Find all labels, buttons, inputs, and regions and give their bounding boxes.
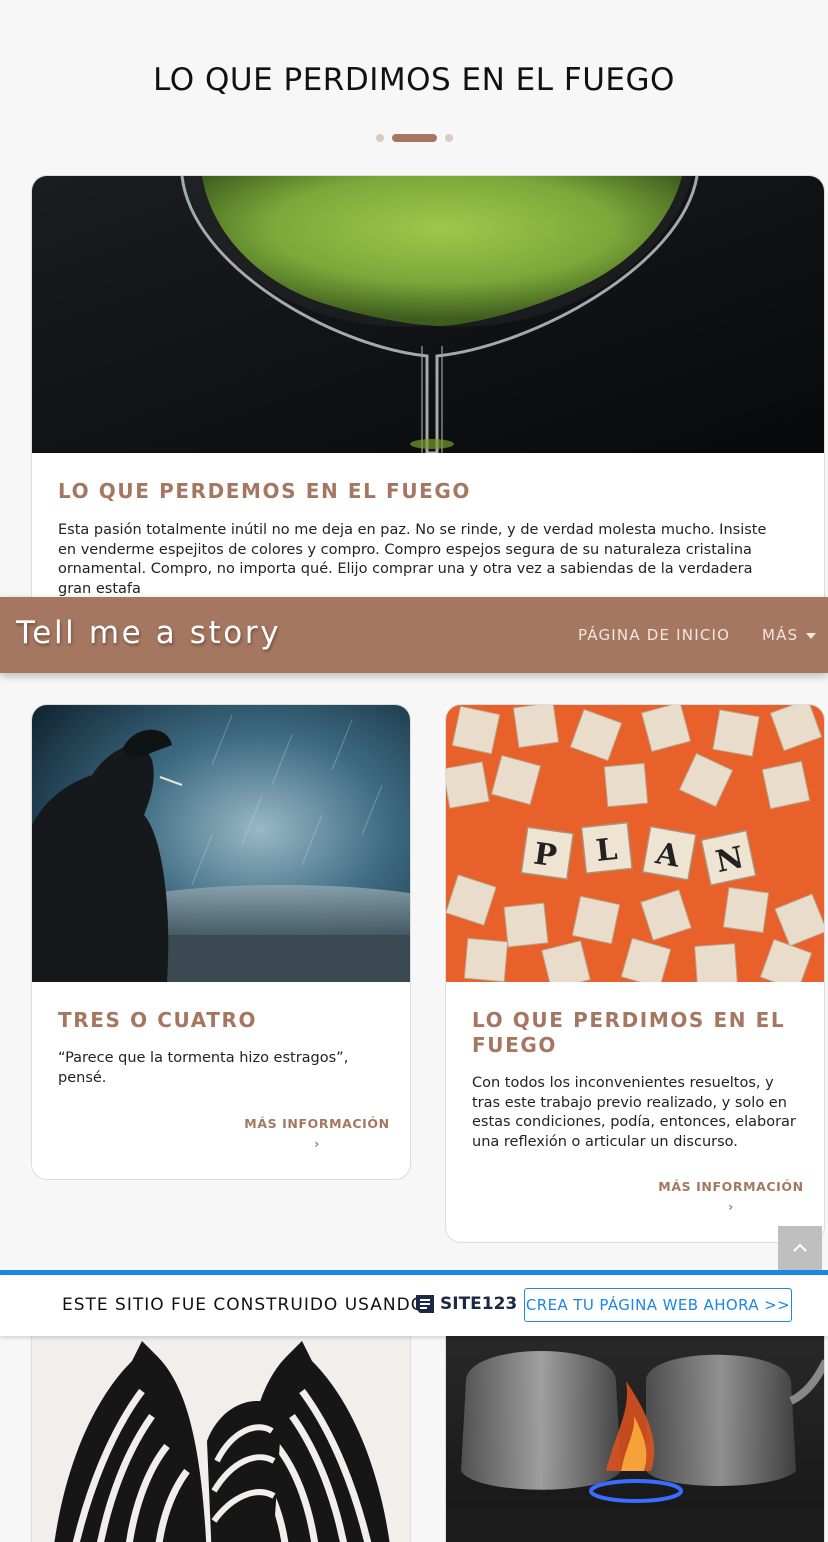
site123-logo-icon [416, 1295, 434, 1313]
card-text: “Parece que la tormenta hizo estragos”, … [58, 1050, 349, 1086]
more-info-label: MÁS INFORMACIÓN [244, 1116, 390, 1131]
story-card[interactable] [445, 1320, 825, 1542]
kettle-fire-image [446, 1321, 824, 1542]
create-website-button[interactable]: CREA TU PÁGINA WEB AHORA >> [524, 1288, 792, 1322]
svg-text:P: P [532, 836, 559, 874]
story-card[interactable] [31, 1320, 411, 1542]
card-title: TRES O CUATRO [58, 1008, 258, 1032]
more-info-link[interactable]: MÁS INFORMACIÓN › [651, 1177, 811, 1217]
more-info-link[interactable]: MÁS INFORMACIÓN › [237, 1114, 397, 1154]
section-title: LO QUE PERDIMOS EN EL FUEGO [153, 62, 675, 98]
story-card[interactable]: P L A N LO QUE PERDIMOS EN EL FUEGO Con … [445, 704, 825, 1243]
more-info-label: MÁS INFORMACIÓN [658, 1179, 804, 1194]
storm-man-image [32, 705, 410, 982]
navbar: Tell me a story PÁGINA DE INICIO MÁS [0, 597, 828, 673]
carousel-dot[interactable] [375, 134, 384, 142]
site-builder-banner: ESTE SITIO FUE CONSTRUIDO USANDO SITE123… [0, 1275, 828, 1336]
card-text: Con todos los inconvenientes resueltos, … [472, 1075, 796, 1150]
carousel-indicators [0, 134, 828, 142]
zebras-image [32, 1321, 410, 1542]
nav-more-dropdown[interactable]: MÁS [762, 626, 817, 644]
site123-logo[interactable]: SITE123 [414, 1293, 517, 1315]
scroll-to-top-button[interactable] [778, 1226, 822, 1270]
story-card[interactable]: TRES O CUATRO “Parece que la tormenta hi… [31, 704, 411, 1180]
banner-text: ESTE SITIO FUE CONSTRUIDO USANDO [62, 1295, 426, 1315]
site123-logo-text: SITE123 [440, 1294, 518, 1314]
chevron-right-icon: › [314, 1136, 320, 1151]
nav-more-label: MÁS [762, 626, 799, 644]
card-text: Esta pasión totalmente inútil no me deja… [58, 522, 767, 597]
caret-down-icon [806, 632, 817, 639]
card-title: LO QUE PERDEMOS EN EL FUEGO [58, 479, 472, 503]
hourglass-image [32, 176, 824, 453]
nav-home-link[interactable]: PÁGINA DE INICIO [578, 626, 730, 644]
story-card-featured[interactable]: LO QUE PERDEMOS EN EL FUEGO Esta pasión … [31, 175, 825, 615]
site-brand[interactable]: Tell me a story [16, 615, 281, 651]
chevron-up-icon [793, 1243, 807, 1252]
svg-text:L: L [594, 832, 619, 869]
plan-tiles-image: P L A N [446, 705, 824, 982]
carousel-dot-active[interactable] [391, 134, 437, 142]
chevron-right-icon: › [728, 1199, 734, 1214]
card-title: LO QUE PERDIMOS EN EL FUEGO [472, 1008, 786, 1057]
carousel-dot[interactable] [444, 134, 453, 142]
